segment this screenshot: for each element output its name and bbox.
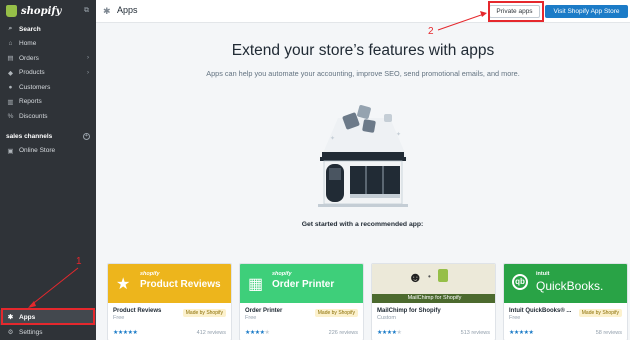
annotation-number-2: 2: [428, 26, 434, 37]
annotation-number-1: 1: [76, 256, 82, 267]
arrow-2-head: [480, 11, 487, 17]
arrow-2-line: [437, 13, 485, 31]
arrow-1-line: [29, 267, 79, 307]
annotation-arrows: [28, 11, 487, 308]
